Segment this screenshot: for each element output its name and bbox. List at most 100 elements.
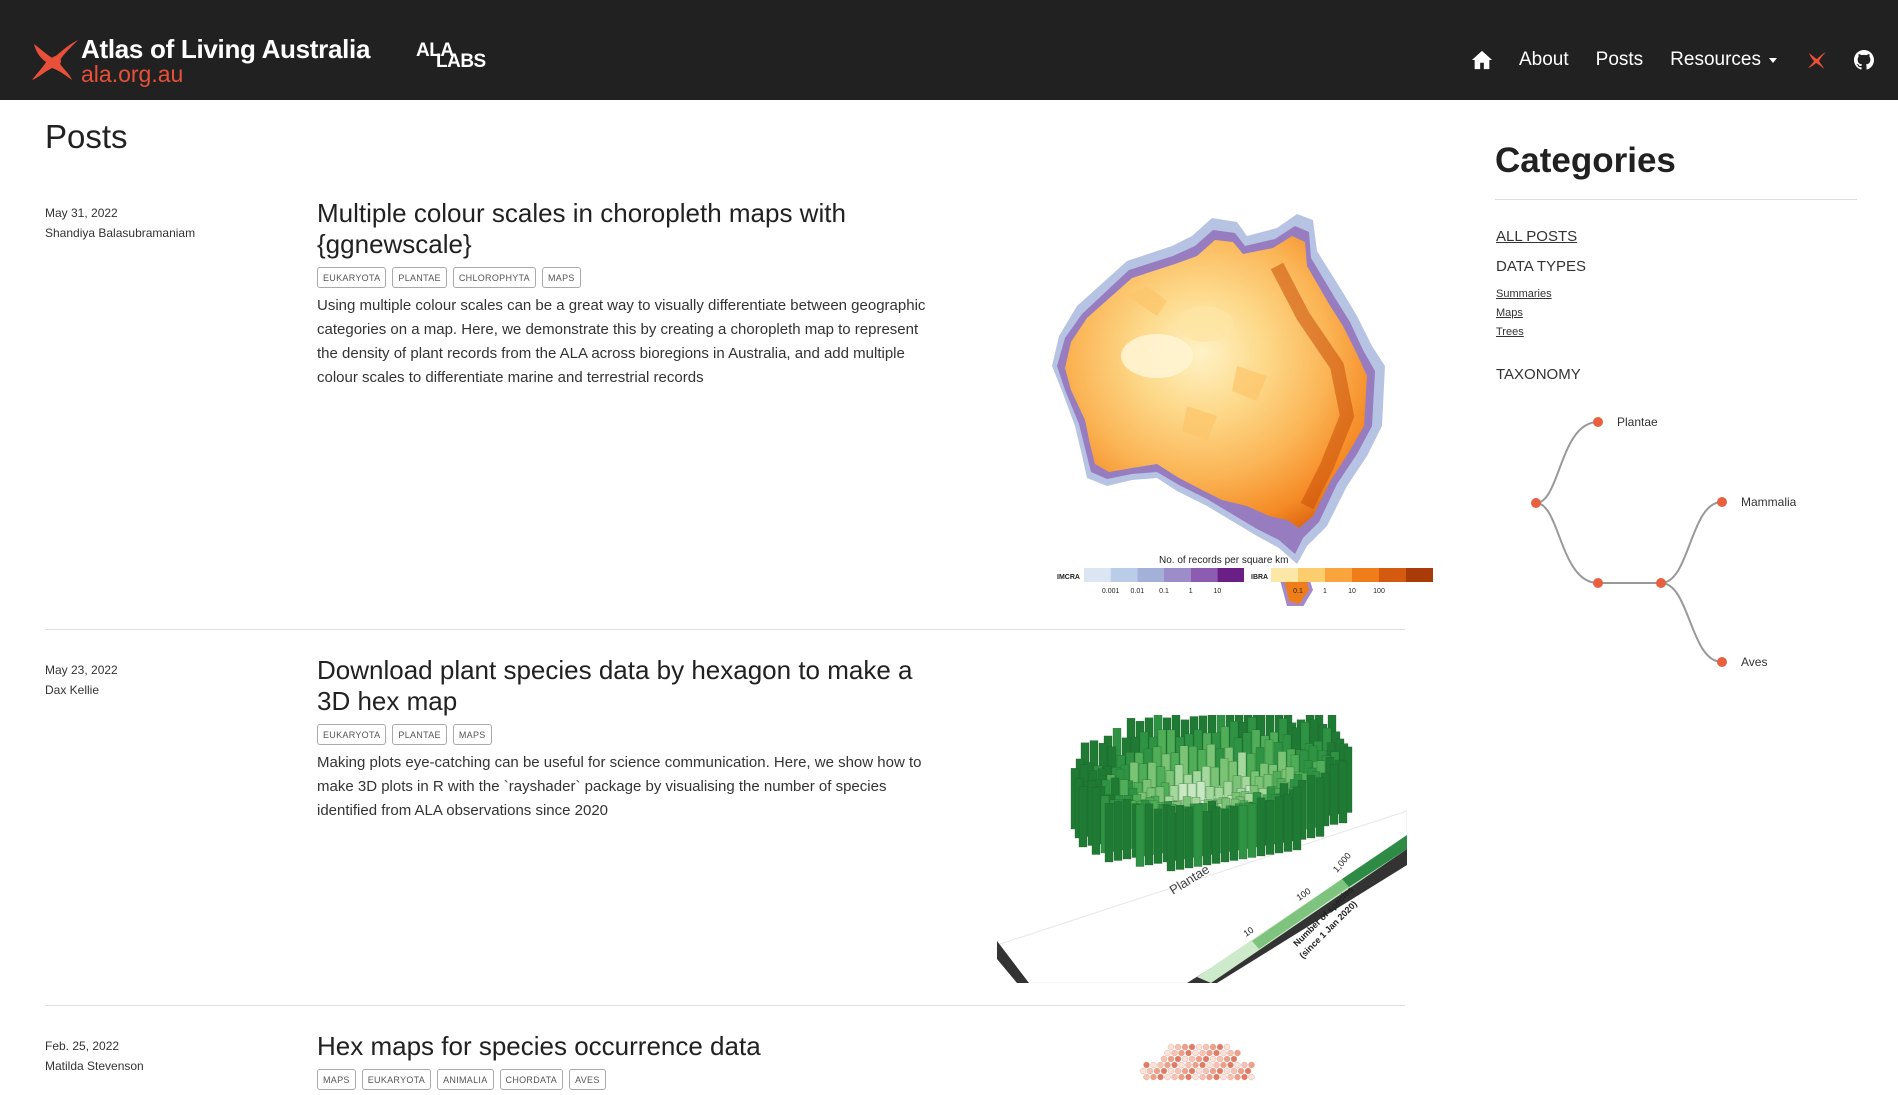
tag[interactable]: MAPS xyxy=(317,1069,356,1090)
hex-cell xyxy=(1230,1067,1238,1075)
data-type-link-maps[interactable]: Maps xyxy=(1496,307,1523,319)
hex-cell xyxy=(1213,1061,1220,1069)
hex-cell xyxy=(1174,1043,1182,1051)
hex-cell xyxy=(1153,1067,1161,1075)
hex-column xyxy=(1238,805,1248,860)
legend-imcra-label: IMCRA xyxy=(1057,574,1080,581)
hex-cell xyxy=(1157,1061,1164,1069)
page-title: Posts xyxy=(45,118,128,155)
hex-cell xyxy=(1178,1061,1185,1069)
post-description: Using multiple colour scales can be a gr… xyxy=(317,297,926,386)
hex-cell xyxy=(1167,1067,1175,1075)
hex-cell xyxy=(1181,1055,1189,1063)
legend-tick: 0.1 xyxy=(1159,588,1169,595)
data-type-link-summaries[interactable]: Summaries xyxy=(1496,288,1552,300)
ala-logo-icon[interactable] xyxy=(26,32,82,82)
tag[interactable]: PLANTAE xyxy=(392,724,447,745)
hex-cell xyxy=(1209,1055,1217,1063)
github-icon[interactable] xyxy=(1854,50,1874,70)
hex-cell xyxy=(1185,1049,1192,1057)
post-description: Making plots eye-catching can be useful … xyxy=(317,754,922,819)
nav-resources-dropdown[interactable]: Resources xyxy=(1670,49,1777,71)
tag[interactable]: CHORDATA xyxy=(499,1069,564,1090)
tag[interactable]: AVES xyxy=(569,1069,606,1090)
tree-node[interactable] xyxy=(1531,498,1541,508)
tag[interactable]: ANIMALIA xyxy=(437,1069,494,1090)
legend-swatch xyxy=(1352,568,1379,582)
ala-labs-logo[interactable]: ALA LABS xyxy=(416,38,490,76)
hex-cell xyxy=(1192,1061,1199,1069)
tag[interactable]: EUKARYOTA xyxy=(317,724,387,745)
hex-cell xyxy=(1223,1067,1231,1075)
nav-posts[interactable]: Posts xyxy=(1596,49,1644,71)
post-author: Shandiya Balasubramaniam xyxy=(45,226,196,240)
tag[interactable]: MAPS xyxy=(542,267,581,288)
hex-column xyxy=(1211,806,1221,864)
hex-cell xyxy=(1227,1061,1234,1069)
hex-cell xyxy=(1150,1061,1157,1069)
data-types-heading: DATA TYPES xyxy=(1496,258,1587,275)
hex-cell xyxy=(1164,1049,1171,1057)
hex-cell xyxy=(1174,1067,1182,1075)
legend-imcra-scale: 0.001 0.01 0.1 1 10 xyxy=(1084,568,1244,595)
tree-label-mammalia[interactable]: Mammalia xyxy=(1741,495,1797,509)
legend-tick: 100 xyxy=(1373,588,1385,595)
post-card: May 31, 2022 Shandiya Balasubramaniam Mu… xyxy=(45,198,1433,626)
hex-cell xyxy=(1160,1055,1168,1063)
tag[interactable]: EUKARYOTA xyxy=(361,1069,432,1090)
tree-node-aves[interactable] xyxy=(1717,657,1727,667)
post-divider xyxy=(45,1005,1405,1006)
hex-cell xyxy=(1171,1073,1178,1081)
post-title[interactable]: Multiple colour scales in choropleth map… xyxy=(317,198,937,260)
hex-cell xyxy=(1181,1043,1189,1051)
post-thumbnail-3d-hexmap[interactable]: Plantae Number of species (since 1 Jan 2… xyxy=(997,715,1407,983)
hex-cell xyxy=(1143,1061,1150,1069)
hex-cell xyxy=(1223,1055,1231,1063)
tag[interactable]: EUKARYOTA xyxy=(317,267,387,288)
hex-column xyxy=(1144,803,1154,866)
tree-label-aves[interactable]: Aves xyxy=(1741,655,1767,669)
hex-cell xyxy=(1213,1073,1220,1081)
hex-cell xyxy=(1248,1073,1255,1081)
hex-column xyxy=(1166,805,1176,872)
ala-logo-icon[interactable] xyxy=(1807,50,1827,70)
post-thumbnail-choropleth[interactable]: No. of records per square km IMCRA 0.001… xyxy=(1007,206,1447,606)
tag[interactable]: PLANTAE xyxy=(392,267,447,288)
hex-column xyxy=(1078,786,1088,848)
hex-cell xyxy=(1202,1055,1210,1063)
nav-about[interactable]: About xyxy=(1519,49,1569,71)
hex-column xyxy=(1256,797,1266,857)
taxonomy-heading: TAXONOMY xyxy=(1496,366,1581,383)
hex-cell xyxy=(1139,1067,1147,1075)
data-type-link-trees[interactable]: Trees xyxy=(1496,326,1524,338)
home-icon[interactable] xyxy=(1471,49,1493,71)
post-title[interactable]: Download plant species data by hexagon t… xyxy=(317,655,937,717)
legend-swatch xyxy=(1084,568,1111,582)
tag[interactable]: MAPS xyxy=(452,724,492,745)
hex-cell xyxy=(1167,1043,1175,1051)
hex-column xyxy=(1329,764,1339,825)
tree-label-plantae[interactable]: Plantae xyxy=(1617,415,1658,429)
legend-tick: 0.1 xyxy=(1293,588,1303,595)
hex-cell xyxy=(1192,1073,1199,1081)
legend-tick: 10 xyxy=(1348,588,1356,595)
hex-cell xyxy=(1220,1061,1227,1069)
post-title[interactable]: Hex maps for species occurrence data xyxy=(317,1031,937,1062)
tree-node-plantae[interactable] xyxy=(1593,417,1603,427)
hex-cell xyxy=(1223,1043,1231,1051)
all-posts-link[interactable]: ALL POSTS xyxy=(1496,228,1577,245)
brand-url[interactable]: ala.org.au xyxy=(81,61,183,88)
post-thumbnail-hexmap[interactable] xyxy=(1135,1039,1255,1095)
hex-column xyxy=(1202,811,1212,866)
hex-cell xyxy=(1185,1061,1192,1069)
legend-tick: 1 xyxy=(1189,588,1193,595)
tree-node[interactable] xyxy=(1593,578,1603,588)
hex-cell xyxy=(1248,1061,1255,1069)
tree-node-mammalia[interactable] xyxy=(1717,497,1727,507)
tag[interactable]: CHLOROPHYTA xyxy=(452,267,536,288)
hex-cell xyxy=(1220,1049,1227,1057)
tree-node[interactable] xyxy=(1656,578,1666,588)
hex-column xyxy=(1247,803,1257,858)
hex-cell xyxy=(1237,1067,1245,1075)
hex-cell xyxy=(1178,1049,1185,1057)
